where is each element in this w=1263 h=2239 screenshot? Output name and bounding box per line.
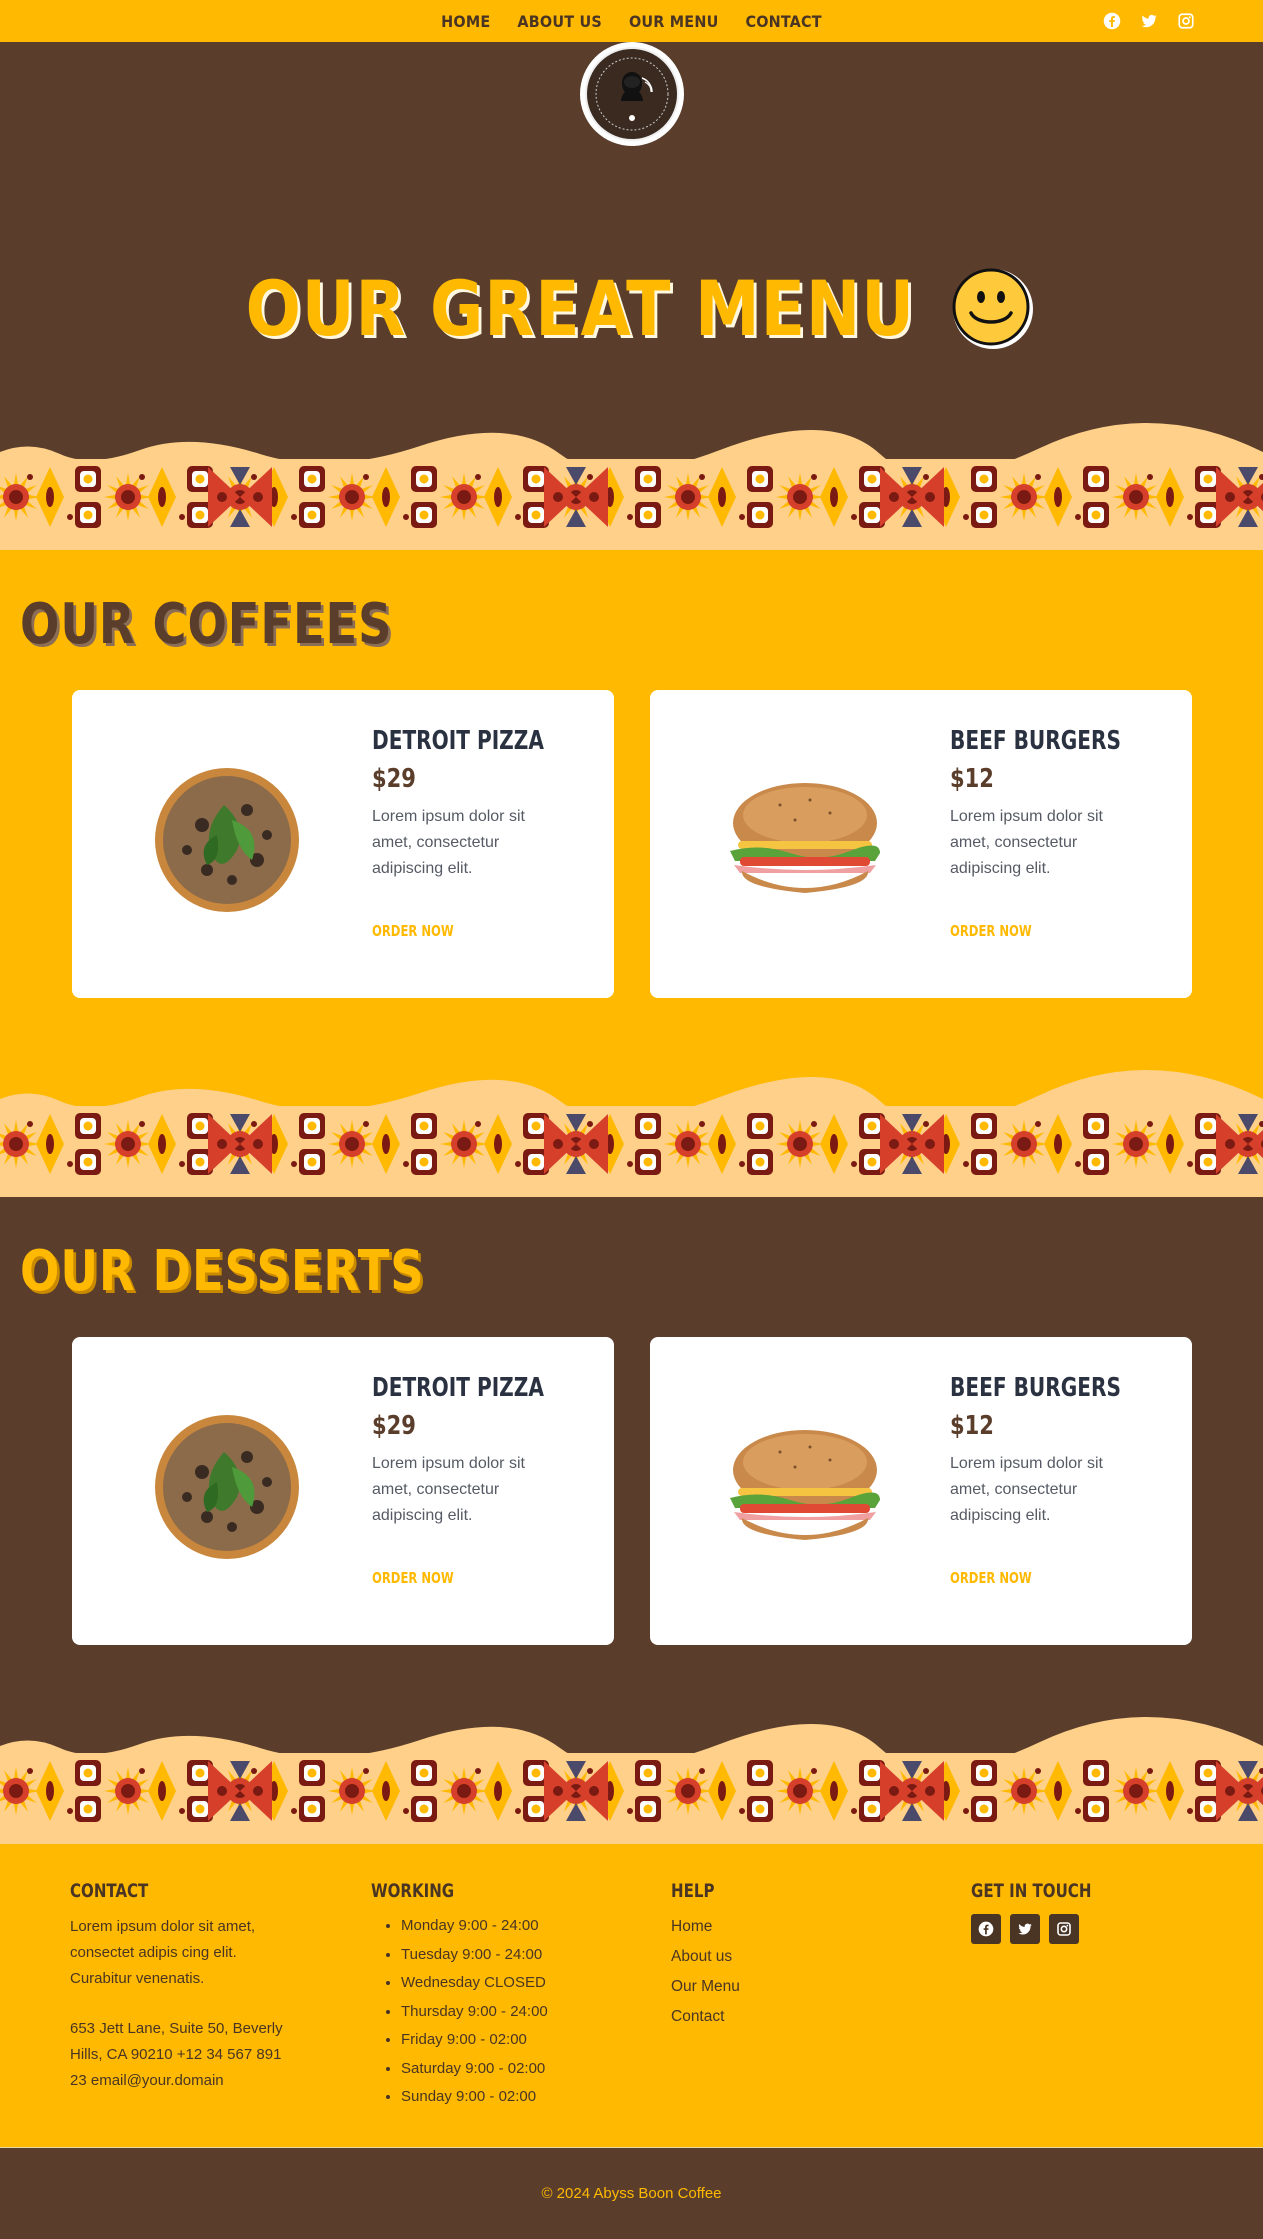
menu-card: BEEF BURGERS $12 Lorem ipsum dolor sit a…	[650, 1337, 1192, 1645]
order-now-link[interactable]: ORDER NOW	[372, 1569, 454, 1587]
hours-item: Thursday 9:00 - 24:00	[401, 1998, 621, 2027]
decorative-pattern-strip	[0, 1059, 1263, 1197]
top-navigation: HOME ABOUT US OUR MENU CONTACT	[0, 0, 1263, 42]
footer-get-in-touch-column: GET IN TOUCH	[971, 1880, 1171, 1944]
logo-emblem	[585, 47, 679, 141]
burger-image	[690, 1407, 920, 1567]
smiley-icon	[952, 268, 1033, 349]
brand-logo[interactable]	[580, 42, 684, 146]
footer-contact-text: Lorem ipsum dolor sit amet, consectet ad…	[70, 1918, 256, 1987]
facebook-icon[interactable]	[971, 1914, 1001, 1944]
nav-link-our-menu[interactable]: OUR MENU	[629, 12, 719, 31]
header-social-links	[1103, 0, 1195, 42]
instagram-icon[interactable]	[1177, 12, 1195, 30]
footer-address: 653 Jett Lane, Suite 50, Beverly Hills, …	[70, 2020, 283, 2089]
hours-item: Monday 9:00 - 24:00	[401, 1912, 621, 1941]
order-now-link[interactable]: ORDER NOW	[950, 922, 1032, 940]
menu-item-description: Lorem ipsum dolor sit amet, consectetur …	[372, 808, 525, 877]
instagram-icon[interactable]	[1049, 1914, 1079, 1944]
footer-social-links	[971, 1914, 1171, 1944]
order-now-link[interactable]: ORDER NOW	[950, 1569, 1032, 1587]
coffees-section: OUR COFFEES DETROIT PIZZA $29 Lorem ipsu…	[0, 550, 1263, 1059]
opening-hours-list: Monday 9:00 - 24:00 Tuesday 9:00 - 24:00…	[371, 1912, 621, 2112]
footer-link-home[interactable]: Home	[671, 1912, 871, 1942]
hours-item: Wednesday CLOSED	[401, 1969, 621, 1998]
hero-heading-group: OUR GREAT MENU	[0, 264, 1263, 353]
burger-image	[690, 760, 920, 920]
nav-link-home[interactable]: HOME	[441, 12, 490, 31]
hero-section: OUR GREAT MENU	[0, 42, 1263, 412]
nav-link-about-us[interactable]: ABOUT US	[517, 12, 602, 31]
menu-item-price: $12	[950, 764, 994, 794]
copyright-text: © 2024 Abyss Boon Coffee	[541, 2184, 722, 2202]
woman-silhouette-icon	[595, 57, 669, 131]
menu-item-title: DETROIT PIZZA	[372, 726, 544, 756]
footer-heading: HELP	[671, 1880, 715, 1902]
pizza-icon	[155, 768, 299, 912]
menu-card: BEEF BURGERS $12 Lorem ipsum dolor sit a…	[650, 690, 1192, 998]
section-heading: OUR DESSERTS	[20, 1239, 425, 1304]
copyright-bar: © 2024 Abyss Boon Coffee	[0, 2148, 1263, 2238]
menu-card: DETROIT PIZZA $29 Lorem ipsum dolor sit …	[72, 1337, 614, 1645]
footer-heading: CONTACT	[70, 1880, 149, 1902]
hours-item: Tuesday 9:00 - 24:00	[401, 1941, 621, 1970]
hours-item: Saturday 9:00 - 02:00	[401, 2055, 621, 2084]
menu-item-title: BEEF BURGERS	[950, 1373, 1121, 1403]
pizza-image	[112, 760, 342, 920]
menu-item-price: $29	[372, 764, 416, 794]
footer-heading: WORKING	[371, 1880, 455, 1902]
twitter-icon[interactable]	[1010, 1914, 1040, 1944]
footer-link-about-us[interactable]: About us	[671, 1942, 871, 1972]
footer-heading: GET IN TOUCH	[971, 1880, 1092, 1902]
site-footer: CONTACT Lorem ipsum dolor sit amet, cons…	[0, 1844, 1263, 2148]
section-heading: OUR COFFEES	[20, 592, 393, 657]
menu-item-description: Lorem ipsum dolor sit amet, consectetur …	[950, 808, 1103, 877]
menu-item-description: Lorem ipsum dolor sit amet, consectetur …	[372, 1455, 525, 1524]
pizza-icon	[155, 1415, 299, 1559]
burger-icon	[730, 783, 880, 893]
menu-item-title: DETROIT PIZZA	[372, 1373, 544, 1403]
footer-contact-column: CONTACT Lorem ipsum dolor sit amet, cons…	[70, 1880, 300, 2094]
main-menu: HOME ABOUT US OUR MENU CONTACT	[0, 0, 1263, 42]
african-pattern-icon	[0, 1716, 1263, 1844]
decorative-pattern-strip	[0, 412, 1263, 550]
footer-working-column: WORKING Monday 9:00 - 24:00 Tuesday 9:00…	[371, 1880, 621, 2112]
desserts-section: OUR DESSERTS DETROIT PIZZA $29 Lorem ips…	[0, 1197, 1263, 1706]
hero-title: OUR GREAT MENU	[245, 264, 916, 353]
decorative-pattern-strip	[0, 1706, 1263, 1844]
facebook-icon[interactable]	[1103, 12, 1121, 30]
burger-icon	[730, 1430, 880, 1540]
footer-link-contact[interactable]: Contact	[671, 2002, 871, 2032]
menu-item-description: Lorem ipsum dolor sit amet, consectetur …	[950, 1455, 1103, 1524]
pizza-image	[112, 1407, 342, 1567]
menu-item-price: $12	[950, 1411, 994, 1441]
footer-link-our-menu[interactable]: Our Menu	[671, 1972, 871, 2002]
hours-item: Friday 9:00 - 02:00	[401, 2026, 621, 2055]
footer-help-links: Home About us Our Menu Contact	[671, 1912, 871, 2032]
menu-item-price: $29	[372, 1411, 416, 1441]
african-pattern-icon	[0, 1069, 1263, 1197]
nav-link-contact[interactable]: CONTACT	[745, 12, 821, 31]
menu-card: DETROIT PIZZA $29 Lorem ipsum dolor sit …	[72, 690, 614, 998]
hours-item: Sunday 9:00 - 02:00	[401, 2083, 621, 2112]
twitter-icon[interactable]	[1140, 12, 1158, 30]
footer-help-column: HELP Home About us Our Menu Contact	[671, 1880, 871, 2032]
menu-item-title: BEEF BURGERS	[950, 726, 1121, 756]
african-pattern-icon	[0, 422, 1263, 550]
order-now-link[interactable]: ORDER NOW	[372, 922, 454, 940]
